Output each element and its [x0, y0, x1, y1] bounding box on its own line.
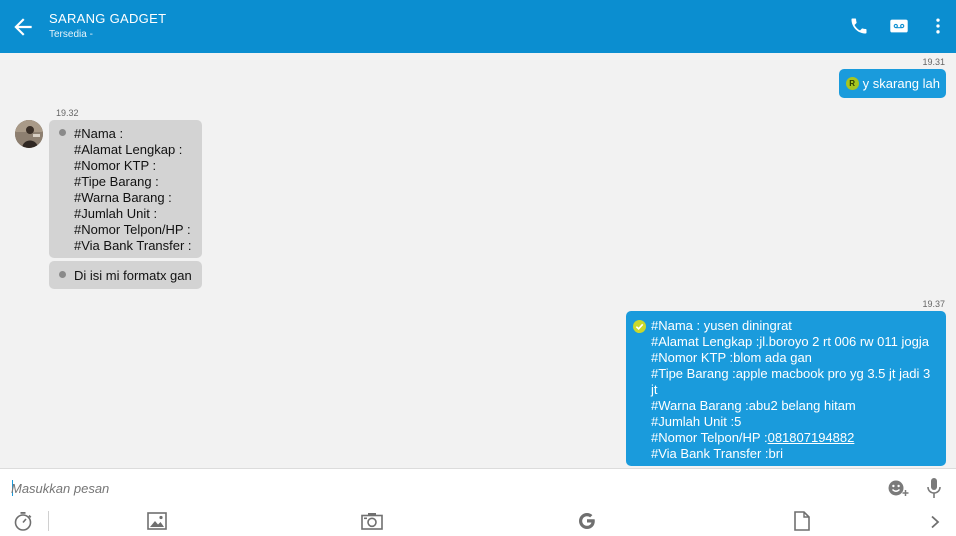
contact-avatar[interactable]	[15, 120, 43, 148]
message-line: #Via Bank Transfer :	[74, 238, 192, 253]
gallery-button[interactable]	[146, 511, 168, 531]
emoji-add-icon	[888, 480, 909, 496]
message-bubble-incoming[interactable]: Di isi mi formatx gan	[49, 261, 202, 289]
voicemail-icon	[890, 19, 908, 33]
microphone-icon	[927, 478, 941, 498]
message-bubble-outgoing[interactable]: #Nama : yusen diningrat #Alamat Lengkap …	[626, 311, 946, 466]
message-timestamp: 19.37	[922, 299, 945, 309]
message-line: #Nomor KTP :blom ada gan	[651, 350, 812, 365]
attach-file-button[interactable]	[792, 510, 812, 532]
google-search-button[interactable]	[576, 510, 598, 532]
chat-title[interactable]: SARANG GADGET	[49, 11, 166, 26]
message-input[interactable]	[11, 479, 871, 497]
timer-icon	[14, 512, 32, 531]
voicemail-button[interactable]	[887, 14, 911, 38]
back-button[interactable]	[10, 14, 36, 40]
message-line: #Tipe Barang :	[74, 174, 159, 189]
message-line: #Nomor KTP :	[74, 158, 157, 173]
message-bubble-incoming[interactable]: #Nama : #Alamat Lengkap : #Nomor KTP : #…	[49, 120, 202, 258]
message-timestamp: 19.31	[922, 57, 945, 67]
phone-label: #Nomor Telpon/HP :	[651, 430, 768, 445]
unread-dot-icon	[59, 129, 66, 136]
message-line: #Warna Barang :abu2 belang hitam	[651, 398, 856, 413]
chevron-right-icon	[931, 515, 940, 529]
presence-status: Tersedia -	[49, 29, 93, 40]
message-line: #Jumlah Unit :	[74, 206, 158, 221]
avatar-photo-icon	[15, 120, 43, 148]
more-tools-button[interactable]	[926, 513, 944, 531]
message-line: #Warna Barang :	[74, 190, 172, 205]
message-list[interactable]: 19.31 R y skarang lah 19.32 #Nama : #Ala…	[0, 53, 956, 468]
read-status-icon: R	[845, 77, 859, 90]
camera-icon	[361, 513, 383, 530]
message-line: #Jumlah Unit :5	[651, 414, 742, 429]
voice-input-button[interactable]	[924, 476, 944, 500]
message-timestamp: 19.32	[56, 108, 79, 118]
arrow-back-icon	[14, 18, 32, 36]
more-vertical-icon	[936, 18, 940, 34]
message-line: #Nama : yusen diningrat	[651, 318, 792, 333]
delivered-check-icon	[633, 320, 646, 333]
message-line: #Nama :	[74, 126, 124, 141]
message-line: #Nomor Telpon/HP :	[74, 222, 191, 237]
unread-dot-icon	[59, 271, 66, 278]
app-bar: SARANG GADGET Tersedia -	[0, 0, 956, 53]
more-options-button[interactable]	[926, 14, 950, 38]
image-icon	[147, 512, 167, 530]
call-button[interactable]	[847, 14, 871, 38]
emoji-button[interactable]	[886, 477, 910, 499]
message-text: y skarang lah	[862, 76, 940, 91]
phone-number-link[interactable]: 081807194882	[768, 430, 855, 445]
message-line: #Alamat Lengkap :jl.boroyo 2 rt 006 rw 0…	[651, 334, 929, 349]
timer-button[interactable]	[12, 510, 34, 532]
camera-button[interactable]	[360, 511, 384, 531]
message-line: jt	[651, 382, 658, 397]
message-line: #Tipe Barang :apple macbook pro yg 3.5 j…	[651, 366, 931, 381]
google-icon	[579, 513, 595, 529]
phone-icon	[851, 18, 867, 34]
message-composer	[0, 468, 956, 536]
toolbar-divider	[48, 511, 49, 531]
message-bubble-outgoing[interactable]: R y skarang lah	[838, 69, 946, 98]
message-line: #Alamat Lengkap :	[74, 142, 183, 157]
file-icon	[794, 511, 810, 531]
message-text: Di isi mi formatx gan	[74, 268, 192, 283]
message-line: #Nomor Telpon/HP :081807194882	[651, 430, 942, 446]
message-line: #Via Bank Transfer :bri	[651, 446, 783, 461]
